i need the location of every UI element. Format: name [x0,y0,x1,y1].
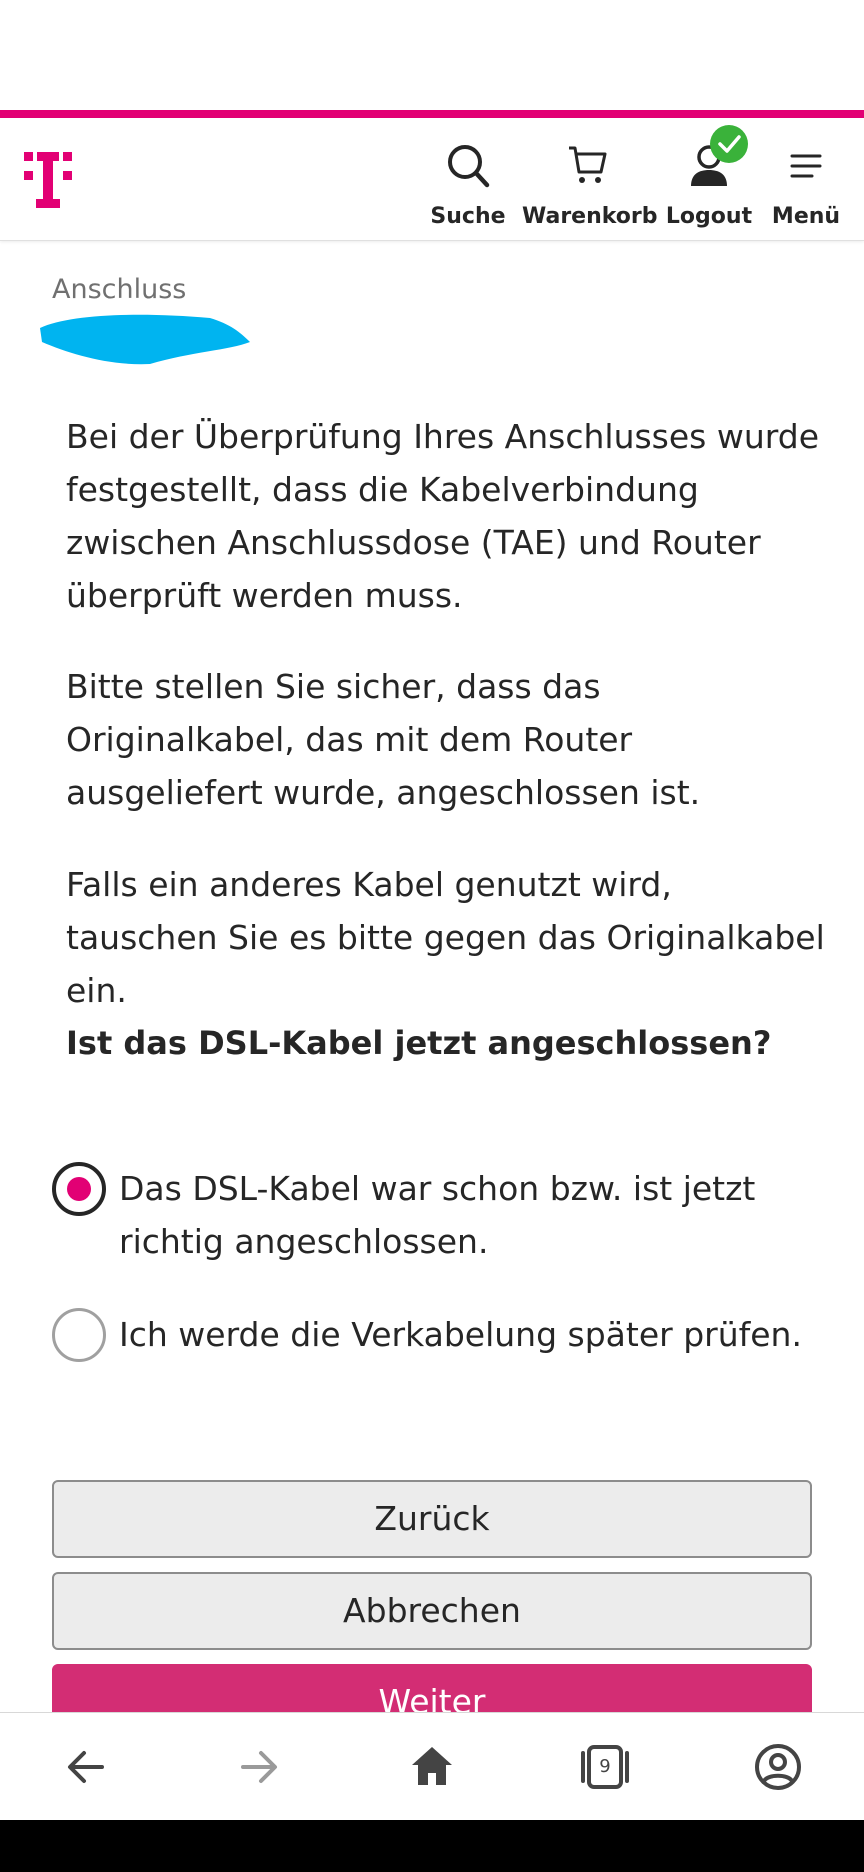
checkmark-icon [710,125,748,163]
search-icon [448,145,490,188]
tabs-button[interactable]: 9 [569,1731,641,1803]
nav-search-label: Suche [430,204,506,229]
info-paragraph-1: Bei der Überprüfung Ihres Anschlusses wu… [66,417,820,615]
info-paragraph-2: Bitte stellen Sie sicher, dass das Origi… [66,667,701,812]
back-button[interactable]: Zurück [52,1480,812,1558]
back-arrow-icon[interactable] [50,1731,122,1803]
tab-count: 9 [599,1756,611,1777]
nav-logout-label: Logout [665,204,753,229]
cart-icon [569,146,607,183]
telekom-logo[interactable] [24,152,72,208]
nav-cart-label: Warenkorb [522,204,658,229]
redaction-mark [40,314,250,365]
info-paragraph-3: Falls ein anderes Kabel genutzt wird, ta… [66,865,825,1010]
radio-button-unselected[interactable] [52,1308,106,1362]
browser-bottom-bar: 9 [0,1712,864,1820]
nav-menu-label: Menü [771,204,841,229]
nav-search[interactable]: Suche [428,142,508,228]
question-heading: Ist das DSL-Kabel jetzt angeschlossen? [66,1024,772,1062]
account-icon[interactable] [742,1731,814,1803]
cancel-button[interactable]: Abbrechen [52,1572,812,1650]
radio-option-label[interactable]: Das DSL-Kabel war schon bzw. ist jetzt r… [119,1162,819,1268]
status-bar-area [0,0,864,110]
system-navigation-bar [0,1820,864,1872]
radio-button-selected[interactable] [52,1162,106,1216]
nav-cart[interactable]: Warenkorb [522,142,658,228]
nav-menu[interactable]: Menü [766,142,846,228]
forward-arrow-icon[interactable] [223,1731,295,1803]
menu-icon [790,154,822,178]
brand-top-line [0,110,864,118]
radio-option-label[interactable]: Ich werde die Verkabelung später prüfen. [119,1308,819,1361]
home-icon[interactable] [396,1731,468,1803]
